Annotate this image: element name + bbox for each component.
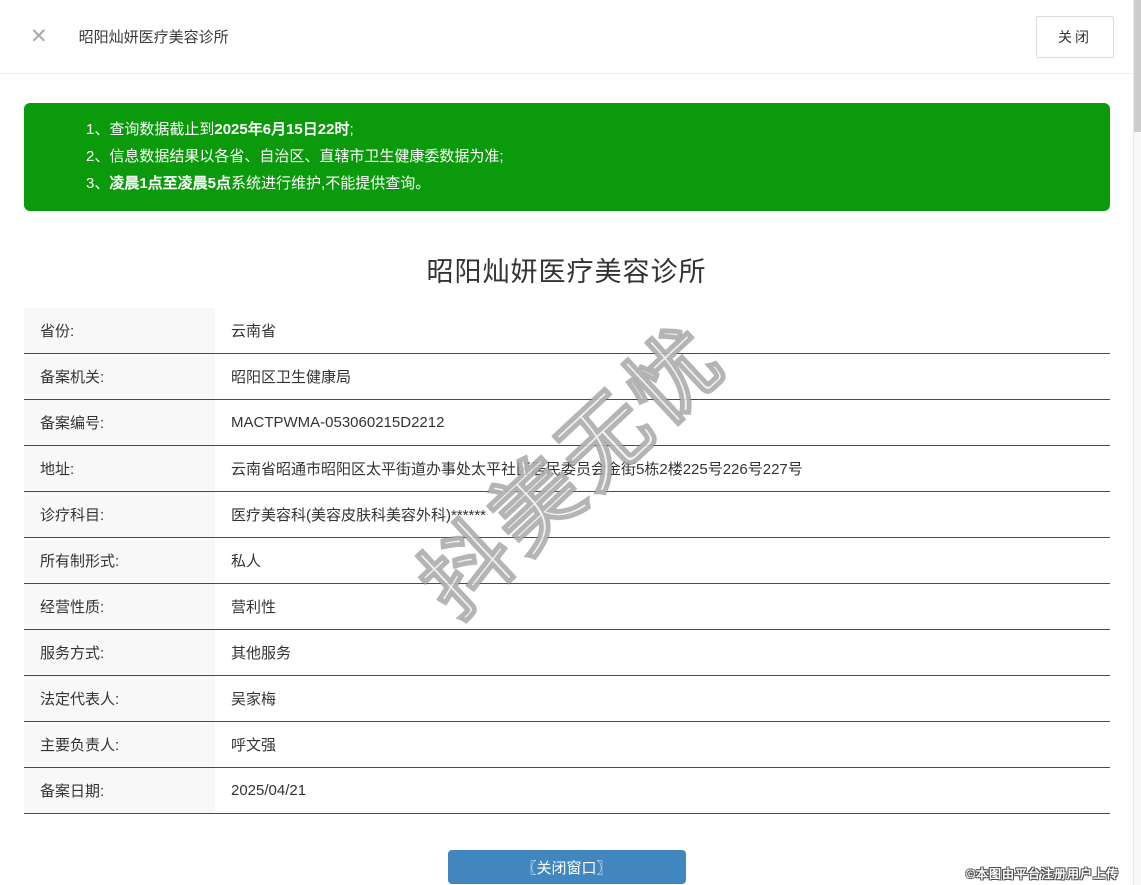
notice-line-text: ; bbox=[349, 121, 354, 138]
notice-line-number: 1、 bbox=[86, 121, 110, 138]
window-header: ✕ 昭阳灿妍医疗美容诊所 关闭 bbox=[0, 0, 1133, 74]
row-label: 法定代表人: bbox=[24, 676, 215, 721]
row-label: 备案日期: bbox=[24, 768, 215, 813]
row-label: 经营性质: bbox=[24, 584, 215, 629]
table-row: 主要负责人: 呼文强 bbox=[24, 722, 1110, 768]
notice-line-text: 系统进行维护,不能提供查询。 bbox=[231, 175, 431, 192]
table-row: 备案机关: 昭阳区卫生健康局 bbox=[24, 354, 1110, 400]
close-x-icon[interactable]: ✕ bbox=[30, 26, 48, 47]
notice-line: 2、信息数据结果以各省、自治区、直辖市卫生健康委数据为准; bbox=[86, 143, 1080, 170]
bottom-button-area: 〖关闭窗口〗 bbox=[0, 850, 1133, 884]
clinic-record-page: ✕ 昭阳灿妍医疗美容诊所 关闭 1、查询数据截止到2025年6月15日22时; … bbox=[0, 0, 1133, 885]
close-button[interactable]: 关闭 bbox=[1036, 15, 1114, 58]
scrollbar-thumb[interactable] bbox=[1134, 0, 1141, 132]
table-row: 经营性质: 营利性 bbox=[24, 584, 1110, 630]
scrollbar[interactable] bbox=[1133, 0, 1141, 885]
row-value: 私人 bbox=[231, 553, 262, 570]
row-value: 昭阳区卫生健康局 bbox=[231, 369, 352, 386]
close-window-button[interactable]: 〖关闭窗口〗 bbox=[447, 850, 686, 884]
table-row: 省份: 云南省 bbox=[24, 308, 1110, 354]
notice-line: 1、查询数据截止到2025年6月15日22时; bbox=[86, 116, 1080, 143]
notice-banner: 1、查询数据截止到2025年6月15日22时; 2、信息数据结果以各省、自治区、… bbox=[24, 103, 1110, 211]
notice-line-bold: 凌晨1点至凌晨5点 bbox=[109, 175, 232, 192]
row-value: 医疗美容科(美容皮肤科美容外科)****** bbox=[231, 507, 487, 524]
table-row: 服务方式: 其他服务 bbox=[24, 630, 1110, 676]
page-title: 昭阳灿妍医疗美容诊所 bbox=[426, 257, 707, 287]
notice-line: 3、凌晨1点至凌晨5点系统进行维护,不能提供查询。 bbox=[86, 170, 1080, 197]
row-value: MACTPWMA-053060215D2212 bbox=[231, 414, 445, 431]
row-value: 其他服务 bbox=[231, 645, 292, 662]
row-label: 诊疗科目: bbox=[24, 492, 215, 537]
row-value: 2025/04/21 bbox=[231, 782, 307, 799]
table-row: 备案日期: 2025/04/21 bbox=[24, 768, 1110, 814]
notice-line-bold: 2025年6月15日22时 bbox=[214, 121, 350, 138]
row-label: 省份: bbox=[24, 308, 215, 353]
copyright-stamp: ©本图由平台注册用户上传 bbox=[966, 867, 1119, 881]
table-row: 地址: 云南省昭通市昭阳区太平街道办事处太平社区居民委员会金街5栋2楼225号2… bbox=[24, 446, 1110, 492]
notice-line-number: 2、 bbox=[86, 148, 110, 165]
info-table: 省份: 云南省 备案机关: 昭阳区卫生健康局 备案编号: MACTPWMA-05… bbox=[24, 308, 1110, 814]
table-row: 法定代表人: 吴家梅 bbox=[24, 676, 1110, 722]
row-label: 服务方式: bbox=[24, 630, 215, 675]
row-value: 呼文强 bbox=[231, 737, 277, 754]
row-value: 营利性 bbox=[231, 599, 277, 616]
row-label: 主要负责人: bbox=[24, 722, 215, 767]
table-row: 所有制形式: 私人 bbox=[24, 538, 1110, 584]
row-label: 备案机关: bbox=[24, 354, 215, 399]
notice-line-text: 信息数据结果以各省、自治区、直辖市卫生健康委数据为准; bbox=[109, 148, 504, 165]
table-row: 备案编号: MACTPWMA-053060215D2212 bbox=[24, 400, 1110, 446]
notice-line-number: 3、 bbox=[86, 175, 110, 192]
window-title: 昭阳灿妍医疗美容诊所 bbox=[78, 29, 229, 46]
row-value: 云南省 bbox=[231, 323, 277, 340]
notice-line-text: 查询数据截止到 bbox=[109, 121, 215, 138]
row-label: 所有制形式: bbox=[24, 538, 215, 583]
row-value: 云南省昭通市昭阳区太平街道办事处太平社区居民委员会金街5栋2楼225号226号2… bbox=[231, 461, 803, 478]
table-row: 诊疗科目: 医疗美容科(美容皮肤科美容外科)****** bbox=[24, 492, 1110, 538]
row-label: 地址: bbox=[24, 446, 215, 491]
row-value: 吴家梅 bbox=[231, 691, 277, 708]
row-label: 备案编号: bbox=[24, 400, 215, 445]
